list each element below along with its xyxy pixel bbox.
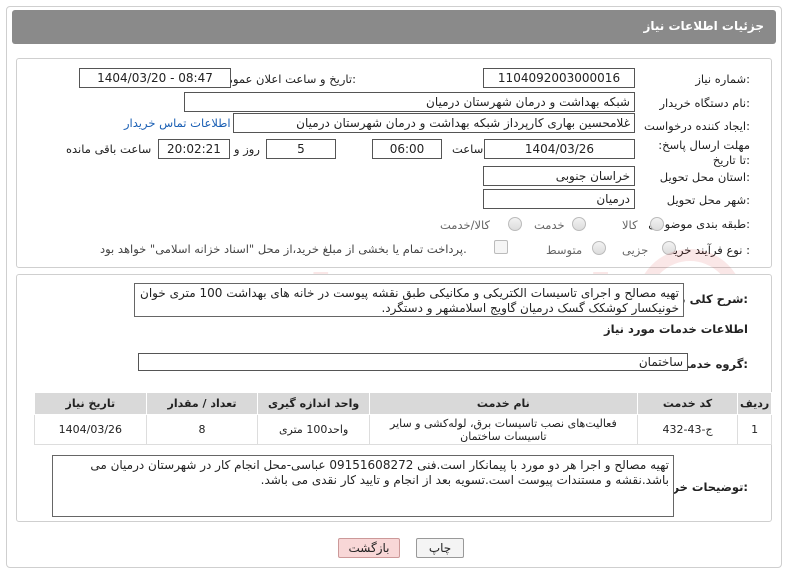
province-field: خراسان جنوبی (483, 166, 635, 186)
buyer-org-label: نام دستگاه خریدار: (659, 96, 750, 110)
creator-label: ایجاد کننده درخواست: (644, 119, 750, 133)
province-label: استان محل تحویل: (659, 170, 750, 184)
category-service-label: خدمت (534, 218, 565, 232)
table-row: 1 ج-43-432 فعالیت‌های نصب تاسیسات برق، ل… (34, 414, 772, 445)
deadline-label: مهلت ارسال پاسخ: تا تاریخ: (658, 138, 750, 167)
page-title: جزئیات اطلاعات نیاز (643, 19, 764, 33)
deadline-time-field: 06:00 (372, 139, 442, 159)
days-label: روز و (234, 142, 260, 156)
back-button[interactable]: بازگشت (338, 538, 400, 558)
announce-label: تاریخ و ساعت اعلان عمومی: (217, 72, 356, 86)
announce-datetime-field: 1404/03/20 - 08:47 (79, 68, 231, 88)
cell-qty: 8 (145, 414, 259, 445)
service-group-field: ساختمان (138, 353, 688, 371)
category-goods-radio[interactable] (650, 217, 664, 231)
treasury-payment-note: پرداخت تمام یا بخشی از مبلغ خرید،از محل … (100, 242, 467, 256)
process-minor-label: جزیی (622, 243, 649, 257)
col-unit: واحد اندازه گیری (257, 392, 370, 415)
process-medium-label: متوسط (546, 243, 583, 257)
treasury-payment-checkbox[interactable] (494, 240, 508, 254)
cell-code: ج-43-432 (636, 414, 739, 445)
city-field: درمیان (483, 189, 635, 209)
cell-name: فعالیت‌های نصب تاسیسات برق، لوله‌کشی و س… (368, 414, 638, 445)
print-button[interactable]: چاپ (416, 538, 464, 558)
buyer-org-field: شبکه بهداشت و درمان شهرستان درمیان (184, 92, 635, 112)
col-code: کد خدمت (636, 392, 739, 415)
days-field: 5 (266, 139, 336, 159)
need-number-label: شماره نیاز: (695, 72, 750, 86)
remaining-time-field: 20:02:21 (158, 139, 230, 159)
services-table: ردیف کد خدمت نام خدمت واحد اندازه گیری ت… (34, 392, 772, 445)
cell-row: 1 (737, 414, 772, 445)
city-label: شهر محل تحویل: (666, 193, 750, 207)
description-textarea[interactable]: تهیه مصالح و اجرای تاسیسات الکتریکی و مک… (134, 283, 684, 317)
process-minor-radio[interactable] (662, 241, 676, 255)
title-bar: جزئیات اطلاعات نیاز (12, 10, 776, 44)
buyer-notes-textarea[interactable]: تهیه مصالح و اجرا هر دو مورد با پیمانکار… (52, 455, 674, 517)
deadline-date-field: 1404/03/26 (484, 139, 635, 159)
cell-date: 1404/03/26 (34, 414, 147, 445)
col-row: ردیف (737, 392, 772, 415)
col-date: تاریخ نیاز (34, 392, 147, 415)
table-header-row: ردیف کد خدمت نام خدمت واحد اندازه گیری ت… (34, 392, 772, 415)
cell-unit: واحد100 متری (257, 414, 370, 445)
creator-field: غلامحسین بهاری کارپرداز شبکه بهداشت و در… (233, 113, 635, 133)
category-goods-label: کالا (622, 218, 638, 232)
col-name: نام خدمت (368, 392, 638, 415)
buyer-contact-link[interactable]: اطلاعات تماس خریدار (124, 116, 231, 130)
category-goods-service-label: کالا/خدمت (440, 218, 491, 232)
category-service-radio[interactable] (572, 217, 586, 231)
col-qty: تعداد / مقدار (145, 392, 259, 415)
services-section-title: اطلاعات خدمات مورد نیاز (604, 322, 748, 336)
category-goods-service-radio[interactable] (508, 217, 522, 231)
process-medium-radio[interactable] (592, 241, 606, 255)
remaining-label: ساعت باقی مانده (66, 142, 152, 156)
need-number-field: 1104092003000016 (483, 68, 635, 88)
deadline-time-label: ساعت (452, 142, 484, 156)
process-label: نوع فرآیند خرید : (668, 243, 750, 257)
